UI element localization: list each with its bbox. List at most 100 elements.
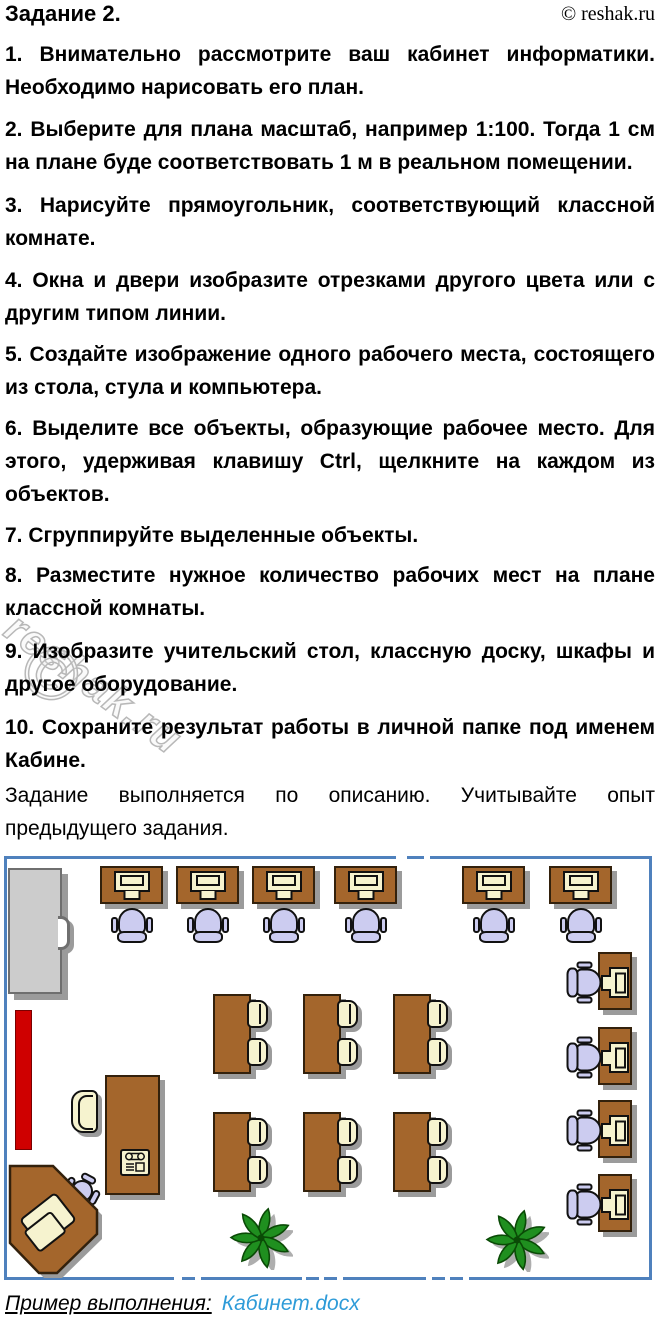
chair-icon [247, 1038, 268, 1066]
chair-armrest [576, 1109, 593, 1117]
phone-icon [120, 1149, 150, 1176]
monitor-screen [615, 1194, 626, 1215]
office-chair-icon [186, 907, 230, 944]
monitor-stand [572, 891, 589, 900]
monitor-screen [353, 875, 378, 886]
chair-back [566, 931, 596, 943]
chair-armrest [576, 1144, 593, 1152]
desk-icon [598, 1100, 632, 1158]
chair-back [117, 931, 147, 943]
example-label: Пример выполнения: [5, 1292, 212, 1315]
table-icon [213, 994, 251, 1074]
chair-armrest [146, 917, 153, 933]
work-table-group [393, 994, 453, 1074]
corner-desk [0, 1158, 112, 1282]
cabinet-icon [8, 868, 70, 994]
chair-icon [337, 1000, 358, 1028]
office-chair-icon [344, 907, 388, 944]
chair-icon [247, 1156, 268, 1184]
monitor-stand [485, 891, 502, 900]
monitor-stand [199, 891, 216, 900]
chair-armrest [576, 961, 593, 969]
chair-icon [427, 1156, 448, 1184]
chair-back [566, 967, 579, 998]
computer-monitor-icon [609, 967, 629, 998]
student-workstation [566, 952, 638, 1010]
wall-bottom-segment [324, 1277, 337, 1280]
table-icon [393, 994, 431, 1074]
classroom-floor-plan [0, 856, 660, 1282]
computer-monitor-icon [609, 1115, 629, 1146]
chair-back [566, 1189, 579, 1220]
wall-right [649, 856, 652, 1280]
monitor-screen [481, 875, 506, 886]
student-workstation [252, 866, 315, 946]
monitor-screen [119, 875, 144, 886]
student-workstation [566, 1100, 638, 1158]
table-icon [303, 994, 341, 1074]
chair-armrest [187, 917, 194, 933]
chair-seat [575, 1190, 602, 1219]
task-item: 6. Выделите все объекты, образующие рабо… [5, 417, 655, 506]
computer-monitor-icon [609, 1189, 629, 1220]
monitor-stand [357, 891, 374, 900]
chalkboard-icon [15, 1010, 32, 1150]
table-icon [393, 1112, 431, 1192]
student-workstation [100, 866, 163, 946]
wall-bottom-segment [432, 1277, 445, 1280]
chair-back [269, 931, 299, 943]
office-chair-icon [566, 1109, 603, 1153]
plant-icon [485, 1208, 551, 1275]
chair-icon [337, 1156, 358, 1184]
task-item: 5. Создайте изображение одного рабочего … [5, 343, 655, 399]
chair-seat [575, 1043, 602, 1072]
chair-armrest [111, 917, 118, 933]
student-workstation [566, 1174, 638, 1232]
monitor-screen [615, 1120, 626, 1141]
student-workstation [566, 1027, 638, 1085]
example-row: Пример выполнения: Кабинет.docx [5, 1292, 360, 1316]
desk-icon [598, 1174, 632, 1232]
monitor-stand [601, 1123, 611, 1139]
chair-armrest [560, 917, 567, 933]
wall-bottom-segment [343, 1277, 426, 1280]
chair-armrest [298, 917, 305, 933]
computer-monitor-icon [562, 871, 599, 892]
chair-armrest [576, 1071, 593, 1079]
monitor-stand [601, 1050, 611, 1066]
computer-monitor-icon [265, 871, 302, 892]
chair-armrest [576, 1183, 593, 1191]
teacher-armchair-icon [71, 1090, 98, 1133]
desk-icon [598, 1027, 632, 1085]
chair-icon [427, 1118, 448, 1146]
desk-icon [176, 866, 239, 904]
wall-bottom-segment [469, 1277, 652, 1280]
task-item: 10. Сохраните результат работы в личной … [5, 716, 655, 772]
wall-bottom-segment [450, 1277, 463, 1280]
chair-armrest [263, 917, 270, 933]
work-table-group [213, 994, 273, 1074]
task-item: 1. Внимательно рассмотрите ваш кабинет и… [5, 43, 655, 99]
wall-bottom-segment [201, 1277, 302, 1280]
chair-back [479, 931, 509, 943]
office-chair-icon [559, 907, 603, 944]
task-item: 7. Сгруппируйте выделенные объекты. [5, 524, 419, 547]
task-item: 4. Окна и двери изобразите отрезками дру… [5, 269, 655, 325]
chair-seat [575, 1116, 602, 1145]
example-file-link[interactable]: Кабинет.docx [222, 1292, 360, 1315]
desk-icon [549, 866, 612, 904]
task-item: 2. Выберите для плана масштаб, например … [5, 118, 655, 174]
computer-monitor-icon [475, 871, 512, 892]
teacher-desk [105, 1075, 160, 1195]
office-chair-icon [110, 907, 154, 944]
chair-back [566, 1042, 579, 1073]
desk-icon [334, 866, 397, 904]
chair-icon [247, 1000, 268, 1028]
student-workstation [176, 866, 239, 946]
chair-icon [427, 1038, 448, 1066]
student-workstation [334, 866, 397, 946]
chair-icon [337, 1118, 358, 1146]
chair-back [566, 1115, 579, 1146]
chair-armrest [576, 1218, 593, 1226]
page-title: Задание 2. [5, 1, 121, 26]
